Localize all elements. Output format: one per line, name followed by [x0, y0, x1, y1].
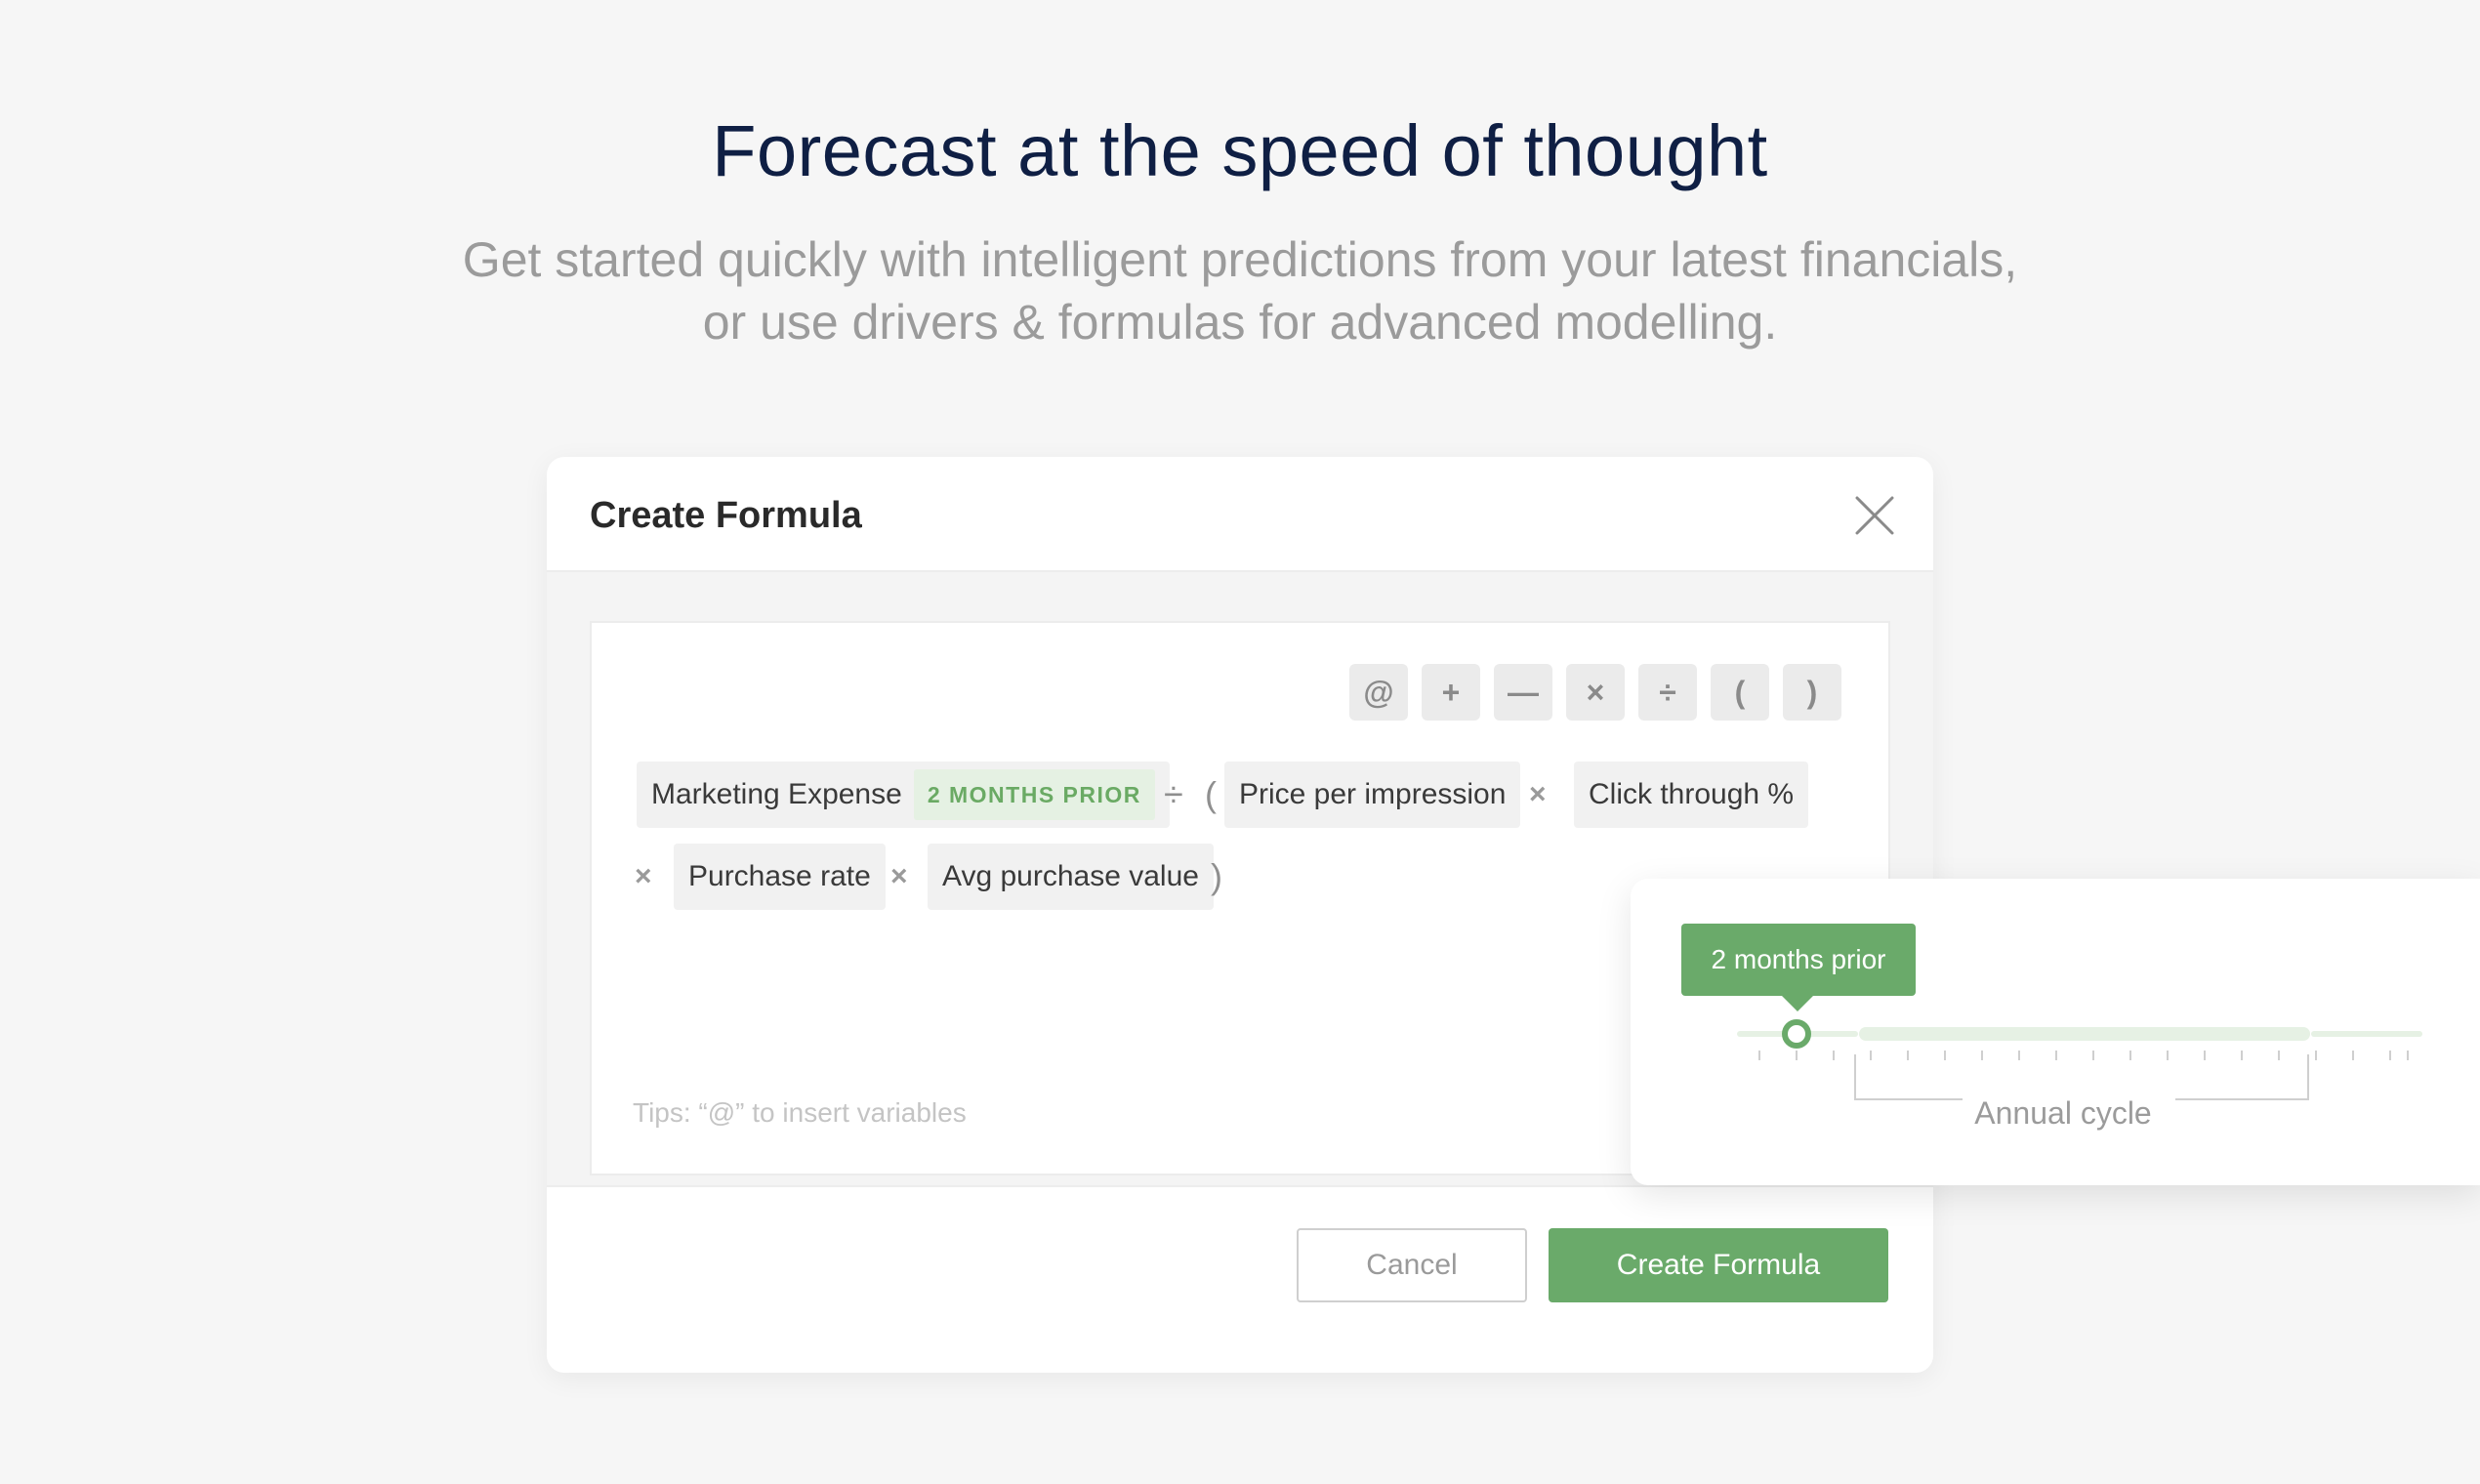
formula-multiply-symbol: × — [890, 860, 908, 892]
operator-minus-button[interactable]: — — [1494, 664, 1552, 721]
formula-divide-symbol: ÷ — [1164, 774, 1183, 814]
operator-close-paren-button[interactable]: ) — [1783, 664, 1841, 721]
time-offset-popover: 2 months prior Annual cycle — [1631, 879, 2480, 1185]
subtitle-line-1: Get started quickly with intelligent pre… — [462, 232, 2018, 287]
formula-multiply-symbol: × — [635, 860, 652, 892]
formula-token-marketing-expense[interactable]: Marketing Expense 2 MONTHS PRIOR — [637, 762, 1170, 828]
dialog-footer: Cancel Create Formula — [547, 1185, 1933, 1373]
operator-plus-button[interactable]: + — [1422, 664, 1480, 721]
formula-close-paren: ) — [1211, 856, 1222, 896]
time-offset-badge[interactable]: 2 MONTHS PRIOR — [913, 769, 1155, 820]
formula-token-price-per-impression[interactable]: Price per impression — [1224, 762, 1521, 828]
formula-token-click-through[interactable]: Click through % — [1574, 762, 1809, 828]
dialog-title: Create Formula — [590, 495, 862, 536]
annual-cycle-label: Annual cycle — [1970, 1095, 2156, 1132]
page-title: Forecast at the speed of thought — [712, 110, 1768, 191]
tips-text: Tips: “@” to insert variables — [633, 1097, 967, 1128]
operator-open-paren-button[interactable]: ( — [1711, 664, 1769, 721]
dialog-header: Create Formula — [547, 457, 1933, 572]
formula-token-purchase-rate[interactable]: Purchase rate — [674, 844, 886, 910]
operator-multiply-button[interactable]: × — [1566, 664, 1625, 721]
slider-handle — [1782, 1019, 1811, 1049]
close-button[interactable] — [1851, 492, 1898, 539]
formula-open-paren: ( — [1205, 774, 1217, 814]
offset-slider[interactable] — [1631, 879, 2480, 1185]
create-formula-button[interactable]: Create Formula — [1549, 1228, 1888, 1302]
token-label: Marketing Expense — [651, 778, 902, 810]
operator-at-button[interactable]: @ — [1349, 664, 1408, 721]
operator-divide-button[interactable]: ÷ — [1638, 664, 1697, 721]
close-icon — [1855, 496, 1894, 535]
subtitle-line-2: or use drivers & formulas for advanced m… — [702, 295, 1778, 350]
formula-multiply-symbol: × — [1529, 778, 1547, 810]
page-subtitle: Get started quickly with intelligent pre… — [0, 228, 2480, 353]
formula-token-avg-purchase-value[interactable]: Avg purchase value — [928, 844, 1214, 910]
cancel-button[interactable]: Cancel — [1297, 1228, 1527, 1302]
